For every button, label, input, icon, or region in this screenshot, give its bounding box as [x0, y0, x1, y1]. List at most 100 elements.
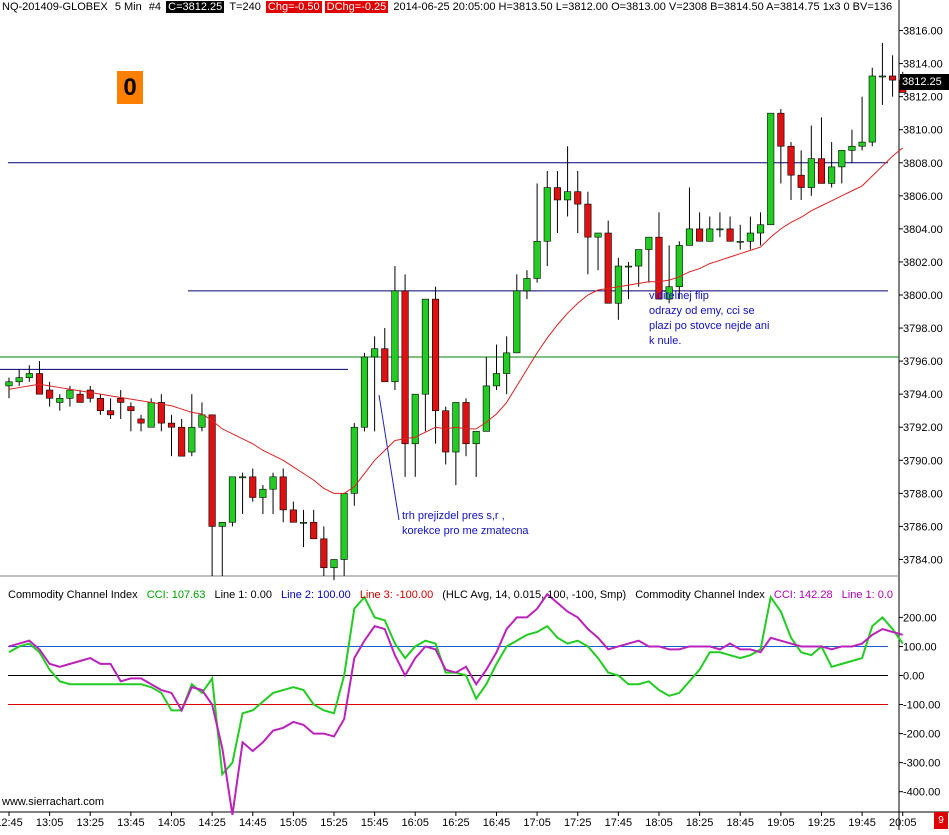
chart-svg: 3816.00 3814.00 3812.00 3810.00 3808.00 3806.…	[0, 0, 949, 830]
time-tick-label: 16:25	[442, 817, 470, 829]
price-tick-label: 3788.00	[903, 488, 943, 500]
candle-up	[767, 112, 775, 226]
time-tick-label: 17:45	[605, 817, 633, 829]
current-price-tag: 3812.25	[900, 74, 949, 90]
candle-down	[381, 348, 389, 383]
candle-down	[249, 476, 257, 498]
cci-value-2: CCI: 142.28	[773, 589, 833, 601]
candle-up	[645, 236, 653, 250]
time-tick-label: 18:05	[645, 817, 673, 829]
candle-down	[96, 398, 104, 412]
cci-tick-label: 100.00	[903, 641, 937, 653]
cci-tick-label: 200.00	[903, 612, 937, 624]
candle-up	[66, 389, 74, 399]
cci-tick-label: -400.00	[903, 787, 940, 799]
candle-up	[848, 145, 856, 151]
candle-up	[594, 232, 602, 238]
cci-line1-label: Line 1: 0.00	[214, 589, 272, 601]
time-tick-label: 19:45	[848, 817, 876, 829]
candle-up	[503, 352, 511, 374]
candle-down	[462, 402, 470, 445]
daily-change-label: DChg=-0.25	[324, 1, 389, 13]
candle-down	[157, 402, 165, 424]
candle-up	[564, 191, 572, 201]
candle-down	[696, 228, 704, 242]
price-tick-label: 3808.00	[903, 158, 943, 170]
cci-legend: Commodity Channel Index CCI: 107.63 Line…	[8, 588, 899, 602]
candle-up	[838, 150, 846, 168]
candle-up	[482, 385, 490, 432]
interval-label: 5 Min	[114, 1, 142, 13]
symbol-label: NQ-201409-GLOBEX	[2, 1, 108, 13]
cci-fast-line	[8, 594, 904, 777]
candle-up	[513, 290, 521, 354]
cci-line1b-label: Line 1: 0.0	[841, 589, 894, 601]
candle-down	[117, 398, 125, 403]
candle-up	[330, 559, 338, 569]
time-tick-label: 14:05	[158, 817, 186, 829]
corner-badge[interactable]: 9	[934, 812, 948, 829]
candle-up	[614, 265, 622, 304]
chart-root: 3816.00 3814.00 3812.00 3810.00 3808.00 3806.…	[0, 0, 949, 830]
annotation-note-1: trh prejizdel pres s,r , korekce pro me …	[402, 510, 529, 537]
cci-tick-label: -100.00	[903, 700, 940, 712]
candle-up	[188, 426, 196, 453]
time-tick-label: 13:25	[76, 817, 104, 829]
change-label: Chg=-0.50	[265, 1, 322, 13]
candle-up	[543, 187, 551, 242]
candle-up	[259, 488, 267, 498]
candle-up	[624, 265, 633, 268]
candle-down	[127, 406, 135, 412]
cci-tick-label: 0.00	[903, 671, 924, 683]
candle-down	[787, 145, 795, 176]
price-tick-label: 3812.00	[903, 92, 943, 104]
candle-up	[716, 228, 724, 231]
time-tick-label: 19:05	[767, 817, 795, 829]
candle-up	[472, 431, 480, 445]
candle-down	[432, 298, 440, 412]
candle-down	[107, 410, 115, 416]
cci-params-label: (HLC Avg, 14, 0.015, 100, -100, Smp)	[442, 589, 627, 601]
candle-up	[371, 348, 379, 358]
candle-down	[584, 203, 592, 238]
cci-tick-label: -300.00	[903, 758, 940, 770]
time-tick-label: 17:05	[523, 817, 551, 829]
candle-up	[239, 476, 247, 479]
candle-down	[137, 418, 145, 424]
candle-down	[289, 509, 297, 523]
time-tick-label: 13:05	[36, 817, 64, 829]
price-tick-label: 3802.00	[903, 257, 943, 269]
cci-title-2: Commodity Channel Index	[635, 589, 765, 601]
candle-up	[736, 240, 744, 243]
price-tick-label: 3814.00	[903, 59, 943, 71]
counter-badge: 0	[117, 71, 143, 104]
candle-down	[797, 174, 805, 188]
time-tick-label: 19:25	[808, 817, 836, 829]
candle-up	[56, 398, 64, 403]
candle-down	[86, 389, 94, 399]
candle-up	[340, 493, 348, 560]
candle-up	[706, 228, 714, 242]
candle-down	[320, 538, 328, 569]
price-tick-label: 3794.00	[903, 389, 943, 401]
annotation-note-2: viditelnej flip odrazy od emy, cci se pl…	[649, 290, 770, 347]
candle-down	[46, 389, 54, 399]
candle-up	[25, 373, 33, 378]
candle-up	[228, 476, 236, 523]
time-tick-label: 14:45	[239, 817, 267, 829]
candle-up	[878, 75, 886, 78]
time-tick-label: 17:25	[564, 817, 592, 829]
time-tick-label: 12:45	[0, 817, 23, 829]
price-tick-label: 3806.00	[903, 191, 943, 203]
time-tick-label: 18:45	[726, 817, 754, 829]
price-tick-label: 3792.00	[903, 422, 943, 434]
watermark: www.sierrachart.com	[2, 796, 105, 808]
candle-down	[208, 414, 216, 527]
close-price-label: C=3812.25	[166, 1, 225, 13]
candle-up	[746, 232, 754, 242]
candle-up	[675, 245, 683, 288]
candle-down	[310, 521, 318, 540]
candle-down	[442, 410, 450, 453]
bar-stats-label: 2014-06-25 20:05:00 H=3813.50 L=3812.00 …	[393, 1, 893, 13]
price-tick-label: 3796.00	[903, 356, 943, 368]
